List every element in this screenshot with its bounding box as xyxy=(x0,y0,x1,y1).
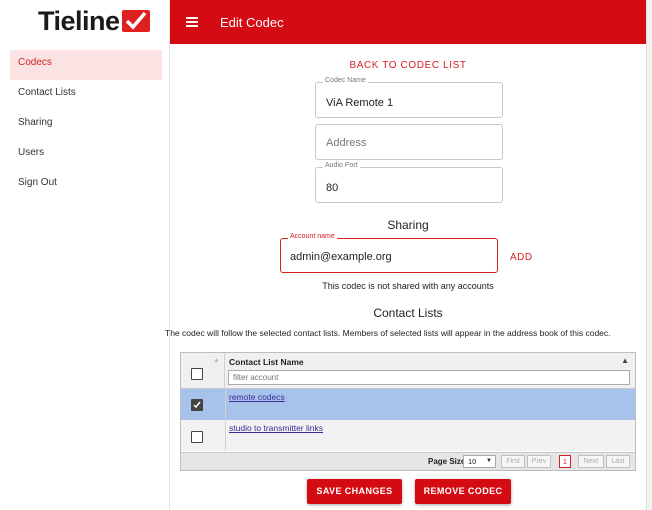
table-row[interactable]: studio to transmitter links xyxy=(181,420,635,451)
add-account-button[interactable]: ADD xyxy=(510,252,533,263)
contact-lists-description: The codec will follow the selected conta… xyxy=(165,328,611,338)
logo-check-icon xyxy=(121,10,150,32)
address-placeholder: Address xyxy=(326,137,367,149)
back-to-codec-list-link[interactable]: BACK TO CODEC LIST xyxy=(170,60,646,71)
audio-port-field[interactable]: Audio Port 80 xyxy=(315,162,503,203)
sidebar-item-users[interactable]: Users xyxy=(0,140,170,170)
account-name-value: admin@example.org xyxy=(290,251,392,263)
grid-pager: Page Size 10 ▼ First Prev 1 Next Last xyxy=(181,452,635,470)
remove-codec-button[interactable]: REMOVE CODEC xyxy=(415,479,511,504)
codec-name-field[interactable]: Codec Name ViA Remote 1 xyxy=(315,77,503,118)
sidebar-item-contact-lists[interactable]: Contact Lists xyxy=(0,80,170,110)
row-checkbox[interactable] xyxy=(191,431,203,443)
sidebar-item-sharing[interactable]: Sharing xyxy=(0,110,170,140)
audio-port-value: 80 xyxy=(326,182,339,194)
next-page-button[interactable]: Next xyxy=(578,455,604,468)
account-name-input[interactable]: Account name admin@example.org xyxy=(280,233,498,273)
page-size-value: 10 xyxy=(468,457,477,466)
page-size-select[interactable]: 10 ▼ xyxy=(463,455,496,468)
sidebar-item-sign-out[interactable]: Sign Out xyxy=(0,170,170,200)
main-content: BACK TO CODEC LIST Codec Name ViA Remote… xyxy=(165,44,646,510)
table-row[interactable]: remote codecs xyxy=(181,389,635,420)
column-header-contact-list-name[interactable]: Contact List Name xyxy=(229,357,304,367)
sort-up-icon: ▲ xyxy=(213,357,220,364)
sidebar: Tieline Codecs Contact Lists Sharing Use… xyxy=(0,0,170,510)
filter-account-input[interactable] xyxy=(228,370,630,385)
sidebar-nav: Codecs Contact Lists Sharing Users Sign … xyxy=(0,50,170,200)
page-title: Edit Codec xyxy=(220,14,284,30)
contact-lists-grid: ▲ Contact List Name ▲ remote codecs stud… xyxy=(180,352,636,471)
sharing-title: Sharing xyxy=(387,218,429,232)
tieline-logo: Tieline xyxy=(38,6,150,36)
current-page-button[interactable]: 1 xyxy=(559,455,571,468)
select-all-checkbox[interactable] xyxy=(191,368,203,380)
audio-port-label: Audio Port xyxy=(323,162,360,169)
logo-text: Tieline xyxy=(38,5,120,36)
codec-name-value: ViA Remote 1 xyxy=(326,97,394,109)
save-changes-button[interactable]: SAVE CHANGES xyxy=(307,479,402,504)
account-name-label: Account name xyxy=(288,233,337,240)
prev-page-button[interactable]: Prev xyxy=(527,455,551,468)
contact-list-link[interactable]: studio to transmitter links xyxy=(229,423,323,433)
page-size-label: Page Size xyxy=(428,457,466,466)
address-field[interactable]: Address xyxy=(315,124,503,160)
sidebar-item-codecs[interactable]: Codecs xyxy=(10,50,162,80)
dropdown-arrow-icon: ▼ xyxy=(486,458,492,464)
sharing-status-text: This codec is not shared with any accoun… xyxy=(322,281,494,291)
scrollbar[interactable] xyxy=(646,0,652,510)
contact-list-link[interactable]: remote codecs xyxy=(229,392,285,402)
app-bar: Edit Codec xyxy=(170,0,646,44)
codec-name-label: Codec Name xyxy=(323,77,368,84)
grid-header: ▲ Contact List Name ▲ xyxy=(181,353,635,389)
last-page-button[interactable]: Last xyxy=(606,455,630,468)
first-page-button[interactable]: First xyxy=(501,455,525,468)
hamburger-icon[interactable] xyxy=(186,17,198,27)
contact-lists-title: Contact Lists xyxy=(373,306,443,320)
sort-ascending-icon[interactable]: ▲ xyxy=(621,356,629,365)
row-checkbox-checked[interactable] xyxy=(191,399,203,411)
